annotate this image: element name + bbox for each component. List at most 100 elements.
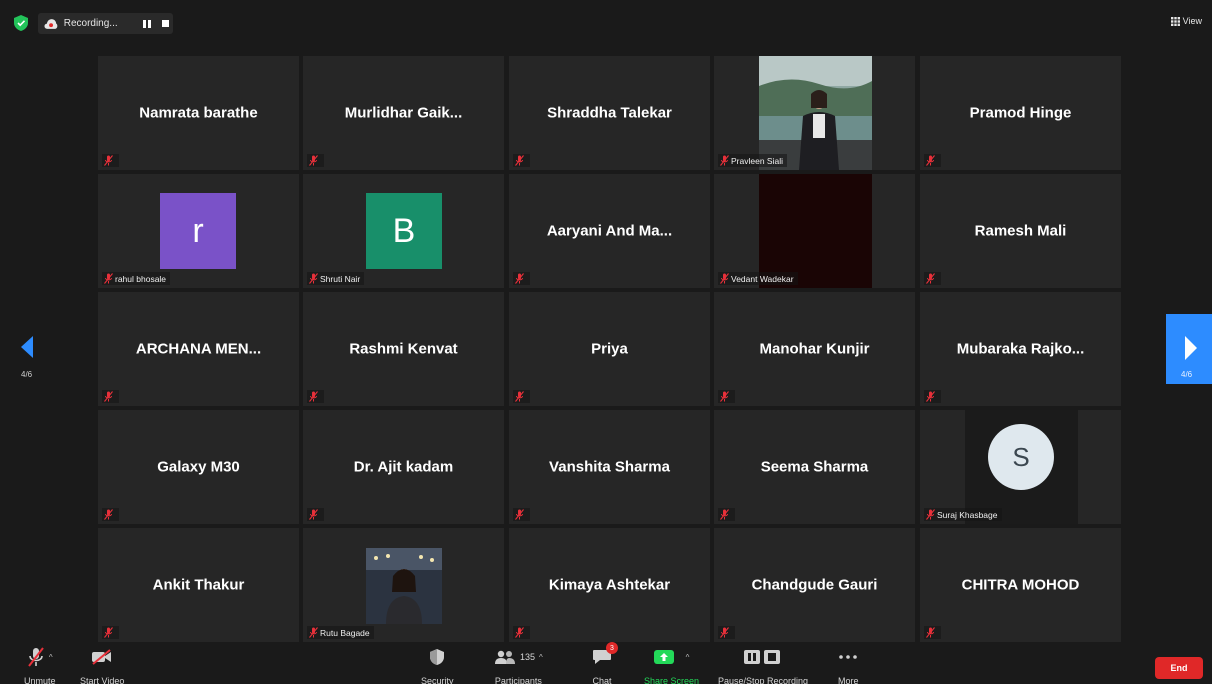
participant-name: Priya	[591, 340, 628, 358]
muted-mic-icon	[515, 155, 524, 166]
participant-name: Manohar Kunjir	[759, 340, 870, 358]
next-page-button[interactable]: 4/6	[1166, 314, 1212, 384]
participant-tile[interactable]: S Suraj Khasbage	[920, 410, 1121, 524]
participant-tile[interactable]: Rashmi Kenvat	[303, 292, 504, 406]
video-off-icon	[92, 649, 112, 665]
chevron-up-icon[interactable]: ^	[49, 653, 53, 662]
view-label: View	[1182, 16, 1202, 26]
mute-status	[924, 272, 941, 285]
participant-tile[interactable]: Seema Sharma	[714, 410, 915, 524]
chevron-up-icon[interactable]: ^	[686, 653, 690, 662]
mute-status	[924, 626, 941, 639]
muted-mic-icon	[309, 627, 318, 638]
participant-name: ARCHANA MEN...	[135, 340, 262, 358]
mute-status: Shruti Nair	[307, 272, 365, 285]
muted-mic-icon	[309, 273, 318, 284]
pause-icon	[143, 19, 152, 28]
participant-name: Kimaya Ashtekar	[548, 576, 671, 594]
stop-icon	[161, 20, 169, 27]
participant-tile[interactable]: r rahul bhosale	[98, 174, 299, 288]
participant-tile[interactable]: Ramesh Mali	[920, 174, 1121, 288]
more-dots-icon	[839, 655, 858, 659]
participant-tile[interactable]: Shraddha Talekar	[509, 56, 710, 170]
top-bar: Recording... View	[0, 0, 1212, 44]
participant-tile[interactable]: Manohar Kunjir	[714, 292, 915, 406]
participant-tile[interactable]: CHITRA MOHOD	[920, 528, 1121, 642]
muted-mic-icon	[720, 391, 729, 402]
muted-mic-icon	[720, 155, 729, 166]
chevron-right-icon	[1185, 336, 1197, 360]
shield-icon[interactable]	[14, 15, 28, 31]
security-shield-icon	[430, 649, 445, 665]
muted-mic-icon	[309, 509, 318, 520]
pause-recording-button[interactable]	[140, 17, 156, 31]
start-video-button[interactable]: Start Video	[80, 646, 124, 684]
participant-tile[interactable]: Mubaraka Rajko...	[920, 292, 1121, 406]
participants-label: Participants	[494, 676, 542, 684]
mute-status	[924, 154, 941, 167]
stop-recording-button[interactable]	[157, 17, 173, 31]
participants-button[interactable]: 135 ^ Participants	[494, 646, 543, 684]
participant-tile[interactable]: Murlidhar Gaik...	[303, 56, 504, 170]
participant-tile[interactable]: Vanshita Sharma	[509, 410, 710, 524]
chevron-up-icon[interactable]: ^	[539, 653, 543, 662]
chat-button[interactable]: 3 Chat	[592, 642, 618, 684]
recording-indicator: Recording...	[38, 13, 173, 34]
security-button[interactable]: Security	[421, 646, 454, 684]
unmute-button[interactable]: ^ Unmute	[24, 646, 56, 684]
participant-tag: Shruti Nair	[320, 273, 361, 284]
view-button[interactable]: View	[1170, 16, 1202, 26]
mute-status	[513, 626, 530, 639]
participant-name: Namrata barathe	[139, 104, 258, 122]
participant-name: Galaxy M30	[157, 458, 240, 476]
muted-mic-icon	[926, 509, 935, 520]
start-video-label: Start Video	[80, 676, 125, 684]
mute-status	[513, 508, 530, 521]
mute-status: Suraj Khasbage	[924, 508, 1002, 521]
muted-mic-icon	[515, 509, 524, 520]
participant-name: Shraddha Talekar	[547, 104, 672, 122]
pause-stop-recording-button[interactable]: Pause/Stop Recording	[718, 646, 808, 684]
muted-mic-icon	[515, 391, 524, 402]
participant-grid: Namrata barathe Murlidhar Gaik... Shradd…	[98, 56, 1122, 644]
participant-tile[interactable]: Chandgude Gauri	[714, 528, 915, 642]
participant-tag: Vedant Wadekar	[731, 273, 794, 284]
participant-tile[interactable]: ARCHANA MEN...	[98, 292, 299, 406]
recording-label: Recording...	[63, 18, 118, 29]
previous-page-button[interactable]: 4/6	[15, 330, 45, 380]
participant-tile[interactable]: Kimaya Ashtekar	[509, 528, 710, 642]
left-page-indicator: 4/6	[21, 370, 33, 379]
chat-label: Chat	[592, 676, 612, 684]
mute-status	[718, 626, 735, 639]
muted-mic-icon	[309, 155, 318, 166]
end-meeting-button[interactable]: End	[1155, 657, 1203, 679]
mute-status	[718, 390, 735, 403]
participant-tile[interactable]: Dr. Ajit kadam	[303, 410, 504, 524]
participant-tile[interactable]: Galaxy M30	[98, 410, 299, 524]
participant-tile[interactable]: B Shruti Nair	[303, 174, 504, 288]
mute-status	[307, 508, 324, 521]
share-screen-button[interactable]: ^ Share Screen	[644, 646, 699, 684]
muted-mic-icon	[515, 627, 524, 638]
participant-name: CHITRA MOHOD	[961, 576, 1080, 594]
mute-status	[718, 508, 735, 521]
mute-status	[513, 154, 530, 167]
participant-tile[interactable]: Priya	[509, 292, 710, 406]
participant-tile[interactable]: Pramod Hinge	[920, 56, 1121, 170]
participant-tile[interactable]: Vedant Wadekar	[714, 174, 915, 288]
participant-tile[interactable]: Namrata barathe	[98, 56, 299, 170]
mute-status: Pravleen Siali	[718, 154, 787, 167]
participant-tile[interactable]: Aaryani And Ma...	[509, 174, 710, 288]
share-screen-label: Share Screen	[644, 676, 700, 684]
participant-tag: rahul bhosale	[115, 273, 167, 284]
participant-tile[interactable]: Rutu Bagade	[303, 528, 504, 642]
mute-status: Vedant Wadekar	[718, 272, 798, 285]
participant-video	[759, 174, 872, 288]
participants-icon	[495, 650, 515, 664]
participant-tile[interactable]: Pravleen Siali	[714, 56, 915, 170]
participant-tile[interactable]: Ankit Thakur	[98, 528, 299, 642]
participant-tag: Pravleen Siali	[731, 155, 783, 166]
avatar: B	[366, 193, 442, 269]
pause-stop-label: Pause/Stop Recording	[718, 676, 809, 684]
more-button[interactable]: More	[838, 646, 859, 684]
